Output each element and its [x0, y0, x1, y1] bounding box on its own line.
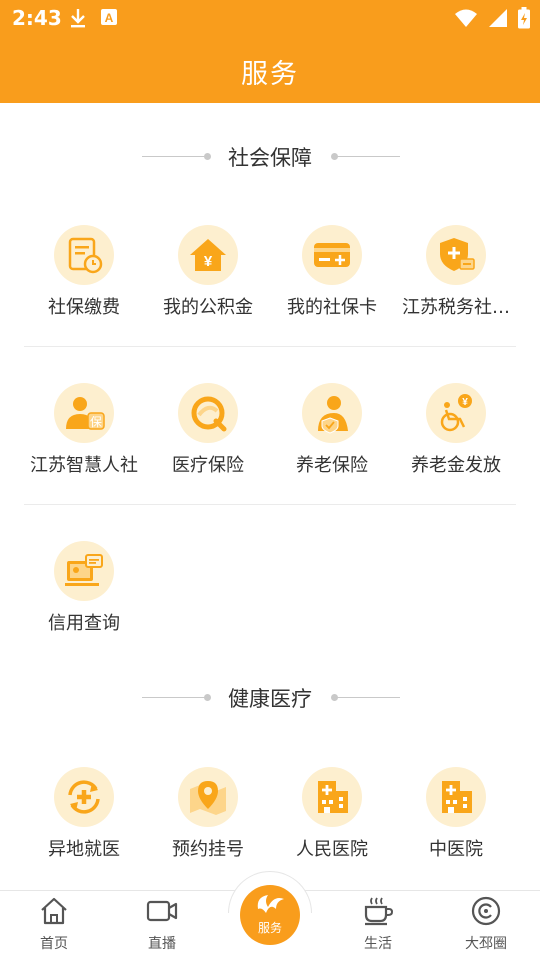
hospital-tcm-icon — [426, 767, 486, 827]
tile-provident-fund[interactable]: ¥ 我的公积金 — [146, 225, 270, 345]
credit-screen-icon — [54, 541, 114, 601]
download-icon — [68, 7, 88, 29]
bill-clock-icon — [54, 225, 114, 285]
a-notification-icon: A — [100, 7, 118, 29]
section-title-social-security: 社会保障 — [0, 136, 540, 176]
tile-social-payment[interactable]: 社保缴费 — [22, 225, 146, 345]
app-root: 2:43 A 服务 社会保障 社保缴费 ¥ 我的公积金 我的社保卡 江苏税务社…… — [0, 0, 540, 960]
service-row-2: 保 江苏智慧人社 医疗保险 养老保险 ¥ 养老金发放 — [22, 383, 518, 503]
elder-shield-icon — [302, 383, 362, 443]
row-divider — [24, 504, 516, 505]
wifi-icon — [454, 8, 478, 28]
section-title-health-medical: 健康医疗 — [0, 677, 540, 717]
tile-label: 中医院 — [429, 839, 483, 860]
svg-text:¥: ¥ — [462, 397, 468, 408]
service-row-1: 社保缴费 ¥ 我的公积金 我的社保卡 江苏税务社… — [22, 225, 518, 345]
tile-label: 医疗保险 — [172, 455, 244, 476]
svg-text:A: A — [105, 11, 114, 25]
card-plus-icon — [302, 225, 362, 285]
tile-label: 我的公积金 — [163, 297, 253, 318]
battery-icon — [518, 7, 530, 29]
tile-label: 江苏智慧人社 — [30, 455, 138, 476]
tile-jiangsu-smart-hr[interactable]: 保 江苏智慧人社 — [22, 383, 146, 503]
nav-item-home[interactable]: 首页 — [0, 891, 108, 960]
page-title: 服务 — [241, 59, 299, 90]
status-bar: 2:43 A — [0, 0, 540, 38]
nav-item-live[interactable]: 直播 — [108, 891, 216, 960]
row-divider — [24, 346, 516, 347]
map-pin-icon — [178, 767, 238, 827]
tile-tcm-hospital[interactable]: 中医院 — [394, 767, 518, 887]
tile-label: 养老保险 — [296, 455, 368, 476]
nav-label: 生活 — [364, 936, 392, 952]
status-right-icons — [454, 7, 530, 29]
section-title-label: 社会保障 — [228, 146, 312, 170]
service-content[interactable]: 社会保障 社保缴费 ¥ 我的公积金 我的社保卡 江苏税务社… 保 江苏智慧人社 … — [0, 103, 540, 890]
tile-label: 信用查询 — [48, 613, 120, 634]
nav-label: 服务 — [257, 921, 282, 935]
tile-label: 异地就医 — [48, 839, 120, 860]
svg-text:¥: ¥ — [204, 253, 213, 270]
tile-label: 我的社保卡 — [287, 297, 377, 318]
title-line-right — [336, 156, 400, 157]
status-left-icons: A — [68, 7, 118, 29]
header: 服务 — [0, 38, 540, 103]
tile-peoples-hospital[interactable]: 人民医院 — [270, 767, 394, 887]
nav-item-service[interactable]: 服务 — [240, 885, 300, 945]
shield-card-icon — [426, 225, 486, 285]
tile-label: 人民医院 — [296, 839, 368, 860]
wheelchair-yen-icon: ¥ — [426, 383, 486, 443]
signal-icon — [488, 8, 508, 28]
tile-pension-insurance[interactable]: 养老保险 — [270, 383, 394, 503]
title-line-right — [336, 697, 400, 698]
status-time: 2:43 — [12, 6, 62, 30]
nav-item-dapi-circle[interactable]: 大邳圈 — [432, 891, 540, 960]
house-yen-icon: ¥ — [178, 225, 238, 285]
tile-medical-insurance[interactable]: 医疗保险 — [146, 383, 270, 503]
svg-text:保: 保 — [90, 415, 102, 429]
nav-label: 大邳圈 — [465, 936, 507, 952]
tile-remote-medical[interactable]: 异地就医 — [22, 767, 146, 887]
tile-label: 江苏税务社… — [402, 297, 510, 318]
nav-label: 首页 — [40, 936, 68, 952]
tile-label: 社保缴费 — [48, 297, 120, 318]
section-title-label: 健康医疗 — [228, 687, 312, 711]
tile-pension-payment[interactable]: ¥ 养老金发放 — [394, 383, 518, 503]
service-row-3: 信用查询 — [22, 541, 518, 661]
tile-social-card[interactable]: 我的社保卡 — [270, 225, 394, 345]
tile-appointment[interactable]: 预约挂号 — [146, 767, 270, 887]
bottom-nav: 首页 直播 服务 生活 大邳圈 — [0, 871, 540, 960]
service-row-4: 异地就医 预约挂号 人民医院 中医院 — [22, 767, 518, 887]
tile-label: 养老金发放 — [411, 455, 501, 476]
nav-item-life[interactable]: 生活 — [324, 891, 432, 960]
tile-label: 预约挂号 — [172, 839, 244, 860]
nav-label: 直播 — [148, 936, 176, 952]
tile-jiangsu-tax-social[interactable]: 江苏税务社… — [394, 225, 518, 345]
cross-arrows-icon — [54, 767, 114, 827]
medical-swirl-icon — [178, 383, 238, 443]
hospital-icon — [302, 767, 362, 827]
tile-credit-query[interactable]: 信用查询 — [22, 541, 146, 661]
person-bao-icon: 保 — [54, 383, 114, 443]
